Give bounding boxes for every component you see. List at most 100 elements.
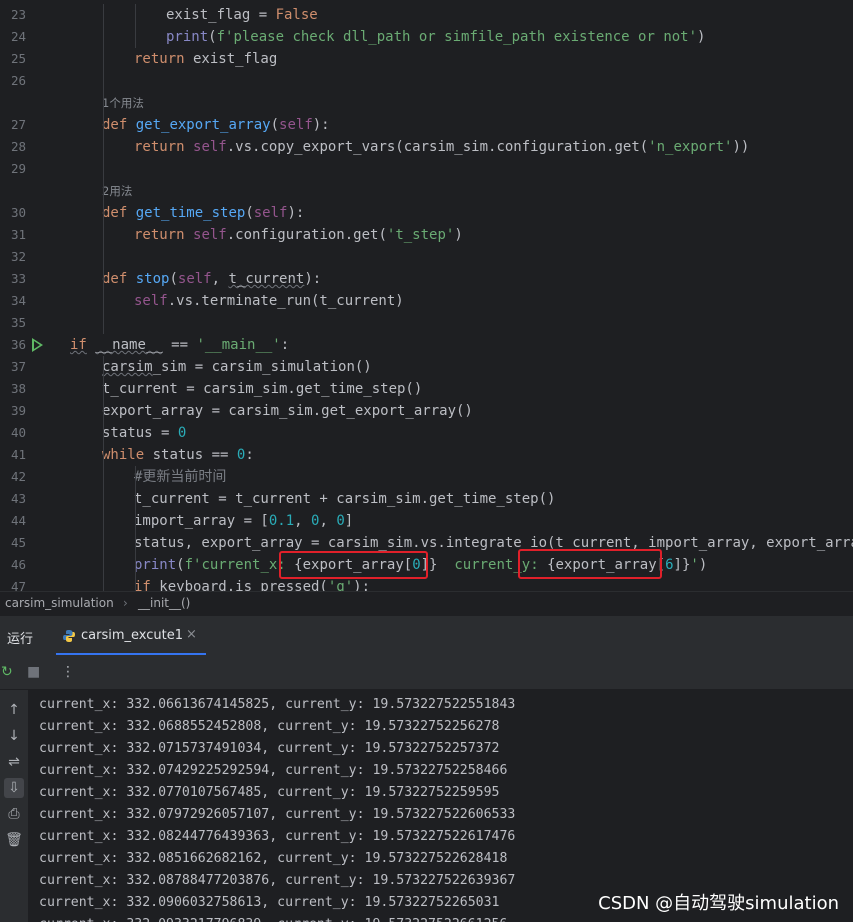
code-text: return exist_flag bbox=[134, 51, 278, 67]
code-line[interactable]: 31 return self.configuration.get('t_step'… bbox=[0, 224, 853, 246]
code-line[interactable]: 40 status = 0 bbox=[0, 422, 853, 444]
code-line[interactable]: 29 bbox=[0, 158, 853, 180]
code-text: import_array = [0.1, 0, 0] bbox=[134, 513, 354, 529]
line-number: 47 bbox=[10, 579, 26, 591]
run-tool-window-header: 运行 carsim_excute1 × bbox=[0, 615, 853, 656]
code-text: def stop(self, t_current): bbox=[102, 271, 322, 287]
line-number: 46 bbox=[10, 557, 26, 572]
console-line: current_x: 332.08244776439363, current_y… bbox=[39, 829, 516, 844]
console-line: current_x: 332.0851662682162, current_y:… bbox=[39, 851, 508, 866]
code-text: t_current = carsim_sim.get_time_step() bbox=[102, 381, 423, 397]
code-area[interactable]: 23 exist_flag = False 24 print(f'please che… bbox=[0, 0, 853, 591]
line-number: 45 bbox=[10, 535, 26, 550]
code-text: return self.configuration.get('t_step') bbox=[134, 227, 463, 243]
console-line: current_x: 332.0715737491034, current_y:… bbox=[39, 741, 500, 756]
code-line[interactable]: 41 while status == 0: bbox=[0, 444, 853, 466]
code-line[interactable]: 25 return exist_flag bbox=[0, 48, 853, 70]
console-line: current_x: 332.0906032758613, current_y:… bbox=[39, 895, 500, 910]
code-line[interactable]: 26 bbox=[0, 70, 853, 92]
usage-hint-text: 1个用法 bbox=[102, 96, 144, 110]
line-number: 41 bbox=[10, 447, 26, 462]
line-number: 32 bbox=[10, 249, 26, 264]
console-side-toolbar: ↑ ↓ ⇌ ⇩ ⎙ 🗑 bbox=[0, 690, 28, 922]
more-options-icon[interactable]: ⋮ bbox=[61, 664, 75, 680]
line-number: 39 bbox=[10, 403, 26, 418]
code-text: if __name__ == '__main__': bbox=[70, 337, 290, 353]
code-line[interactable]: 38 t_current = carsim_sim.get_time_step() bbox=[0, 378, 853, 400]
code-line[interactable]: 28 return self.vs.copy_export_vars(carsim… bbox=[0, 136, 853, 158]
console-line: current_x: 332.07972926057107, current_y… bbox=[39, 807, 516, 822]
rerun-icon[interactable]: ↻ bbox=[1, 664, 13, 680]
code-line[interactable]: 42 #更新当前时间 bbox=[0, 466, 853, 488]
trash-icon[interactable]: 🗑 bbox=[4, 830, 24, 850]
code-line[interactable]: 32 bbox=[0, 246, 853, 268]
line-number: 44 bbox=[10, 513, 26, 528]
code-line[interactable]: 33 def stop(self, t_current): bbox=[0, 268, 853, 290]
line-number: 23 bbox=[10, 7, 26, 22]
console-line: current_x: 332.0688552452808, current_y:… bbox=[39, 719, 500, 734]
code-text: export_array = carsim_sim.get_export_arr… bbox=[102, 403, 473, 419]
console-output[interactable]: current_x: 332.06613674145825, current_y… bbox=[28, 690, 853, 922]
code-line[interactable]: 24 print(f'please check dll_path or simfi… bbox=[0, 26, 853, 48]
tab-label: carsim_excute1 bbox=[81, 628, 183, 643]
code-line[interactable]: 34 self.vs.terminate_run(t_current) bbox=[0, 290, 853, 312]
run-toolbar: ↻ ■ ⋮ bbox=[0, 655, 853, 690]
line-number: 38 bbox=[10, 381, 26, 396]
code-line[interactable]: 27 def get_export_array(self): bbox=[0, 114, 853, 136]
tab-carsim-excute1[interactable]: carsim_excute1 × bbox=[56, 616, 206, 656]
soft-wrap-icon[interactable]: ⇌ bbox=[4, 752, 24, 772]
line-number: 24 bbox=[10, 29, 26, 44]
line-number: 26 bbox=[10, 73, 26, 88]
line-number: 33 bbox=[10, 271, 26, 286]
arrow-down-icon[interactable]: ↓ bbox=[4, 726, 24, 746]
code-text: exist_flag = False bbox=[166, 7, 318, 23]
code-text: def get_time_step(self): bbox=[102, 205, 305, 221]
indent-guide bbox=[103, 4, 104, 334]
close-icon[interactable]: × bbox=[186, 627, 197, 642]
code-text: t_current = t_current + carsim_sim.get_t… bbox=[134, 491, 556, 507]
console-line: current_x: 332.08788477203876, current_y… bbox=[39, 873, 516, 888]
code-text: print(f'please check dll_path or simfile… bbox=[166, 29, 706, 45]
breadcrumb-method[interactable]: __init__() bbox=[138, 596, 190, 610]
code-line[interactable]: 37 carsim_sim = carsim_simulation() bbox=[0, 356, 853, 378]
code-text: status = 0 bbox=[102, 425, 187, 441]
line-number: 27 bbox=[10, 117, 26, 132]
usage-hint[interactable]: 1个用法 bbox=[0, 92, 853, 114]
line-number: 31 bbox=[10, 227, 26, 242]
line-number: 34 bbox=[10, 293, 26, 308]
code-line[interactable]: 44 import_array = [0.1, 0, 0] bbox=[0, 510, 853, 532]
line-number: 40 bbox=[10, 425, 26, 440]
highlight-box-export-y bbox=[518, 549, 662, 579]
code-editor[interactable]: 23 exist_flag = False 24 print(f'please che… bbox=[0, 0, 853, 591]
code-line[interactable]: 39 export_array = carsim_sim.get_export_a… bbox=[0, 400, 853, 422]
code-text: #更新当前时间 bbox=[134, 469, 227, 485]
line-number: 29 bbox=[10, 161, 26, 176]
breadcrumb: carsim_simulation › __init__() bbox=[0, 591, 853, 615]
indent-guide bbox=[135, 4, 136, 48]
usage-hint[interactable]: 2用法 bbox=[0, 180, 853, 202]
line-number: 43 bbox=[10, 491, 26, 506]
code-line[interactable]: 43 t_current = t_current + carsim_sim.get… bbox=[0, 488, 853, 510]
code-line[interactable]: 36 if __name__ == '__main__': bbox=[0, 334, 853, 356]
scroll-to-end-icon[interactable]: ⇩ bbox=[4, 778, 24, 798]
stop-icon[interactable]: ■ bbox=[27, 664, 40, 680]
line-number: 25 bbox=[10, 51, 26, 66]
line-number: 28 bbox=[10, 139, 26, 154]
console-line: current_x: 332.07429225292594, current_y… bbox=[39, 763, 508, 778]
print-icon[interactable]: ⎙ bbox=[4, 804, 24, 824]
code-line[interactable]: 23 exist_flag = False bbox=[0, 4, 853, 26]
code-text: def get_export_array(self): bbox=[102, 117, 330, 133]
line-number: 36 bbox=[10, 337, 26, 352]
code-line[interactable]: 30 def get_time_step(self): bbox=[0, 202, 853, 224]
code-text: status, export_array = carsim_sim.vs.int… bbox=[134, 535, 853, 551]
run-gutter-icon[interactable] bbox=[32, 338, 43, 352]
arrow-up-icon[interactable]: ↑ bbox=[4, 700, 24, 720]
line-number: 35 bbox=[10, 315, 26, 330]
code-line[interactable]: 35 bbox=[0, 312, 853, 334]
code-text: return self.vs.copy_export_vars(carsim_s… bbox=[134, 139, 750, 155]
usage-hint-text: 2用法 bbox=[102, 184, 133, 198]
breadcrumb-class[interactable]: carsim_simulation bbox=[5, 596, 114, 610]
line-number: 37 bbox=[10, 359, 26, 374]
watermark: CSDN @自动驾驶simulation bbox=[598, 893, 839, 914]
code-text: self.vs.terminate_run(t_current) bbox=[134, 293, 404, 309]
